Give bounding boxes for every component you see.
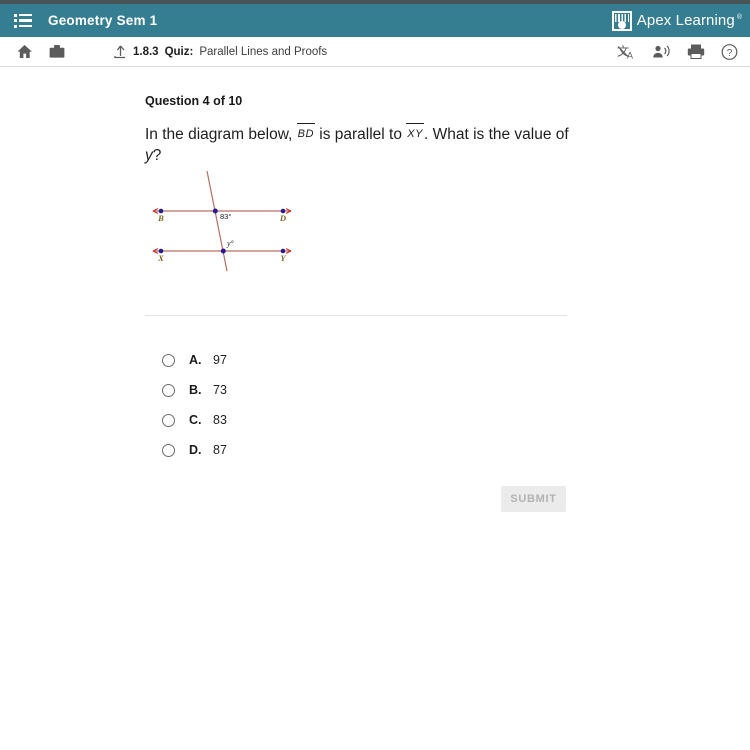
upload-arrow-icon[interactable] [113, 44, 127, 59]
choice-letter-d: D. [189, 443, 202, 457]
point-label-x: X [157, 253, 164, 263]
submit-button[interactable]: SUBMIT [501, 486, 566, 512]
choice-letter-c: C. [189, 413, 202, 427]
list-menu-icon[interactable] [14, 13, 32, 28]
app-header: Geometry Sem 1 Apex Learning ® [0, 4, 750, 37]
home-icon[interactable] [16, 44, 33, 59]
radio-a[interactable] [162, 353, 175, 367]
angle-label-83: 83° [220, 212, 231, 221]
point-label-d: D [279, 213, 286, 223]
help-circle-icon[interactable]: ? [721, 43, 738, 60]
choice-letter-b: B. [189, 383, 202, 397]
question-text-part4: ? [152, 147, 162, 164]
breadcrumb-name: Parallel Lines and Proofs [199, 45, 328, 58]
apex-learning-logo: Apex Learning ® [611, 10, 742, 31]
angle-label-y: y° [226, 239, 235, 248]
breadcrumb-kind: Quiz: [164, 45, 194, 58]
question-page: Question 4 of 10 In the diagram below, B… [0, 67, 750, 749]
question-text-part3: . What is the value of [423, 126, 569, 143]
apex-brand-mark-icon [611, 10, 632, 31]
answer-choice-d[interactable]: D. 87 [162, 435, 227, 465]
svg-text:?: ? [727, 47, 733, 58]
brand-name: Apex Learning [636, 12, 735, 29]
briefcase-icon[interactable] [49, 44, 65, 59]
geometry-diagram: B D X Y 83° y° [145, 167, 305, 282]
choice-value-a: 97 [213, 353, 227, 367]
point-label-b: B [157, 213, 164, 223]
choice-letter-a: A. [189, 353, 202, 367]
brand-trademark: ® [736, 13, 742, 21]
svg-text:A: A [627, 50, 633, 60]
point-label-y: Y [280, 253, 286, 263]
breadcrumb: 1.8.3 Quiz: Parallel Lines and Proofs [113, 44, 327, 59]
read-aloud-icon[interactable] [652, 44, 671, 60]
radio-d[interactable] [162, 443, 175, 457]
radio-b[interactable] [162, 383, 175, 397]
section-divider [145, 315, 567, 316]
choice-value-d: 87 [213, 443, 227, 457]
choice-value-b: 73 [213, 383, 227, 397]
choice-value-c: 83 [213, 413, 227, 427]
translate-icon[interactable]: 文 A [617, 43, 636, 60]
question-text-part2: is parallel to [319, 126, 402, 143]
segment-bd: BD [296, 123, 316, 145]
course-title: Geometry Sem 1 [48, 13, 158, 28]
question-text-part1: In the diagram below, [145, 126, 293, 143]
print-icon[interactable] [687, 44, 705, 60]
transversal-line [206, 170, 228, 272]
question-text: In the diagram below, BD is parallel to … [145, 123, 575, 166]
segment-xy: XY [406, 123, 424, 145]
answer-choice-list: A. 97 B. 73 C. 83 D. 87 [162, 345, 227, 465]
activity-toolbar: 1.8.3 Quiz: Parallel Lines and Proofs 文 … [0, 37, 750, 67]
bottom-parallel-line [152, 248, 292, 254]
radio-c[interactable] [162, 413, 175, 427]
breadcrumb-number: 1.8.3 [133, 45, 159, 58]
question-counter: Question 4 of 10 [145, 94, 243, 108]
answer-choice-a[interactable]: A. 97 [162, 345, 227, 375]
answer-choice-c[interactable]: C. 83 [162, 405, 227, 435]
question-variable: y [145, 147, 153, 164]
answer-choice-b[interactable]: B. 73 [162, 375, 227, 405]
question-block: Question 4 of 10 In the diagram below, B… [145, 94, 575, 166]
